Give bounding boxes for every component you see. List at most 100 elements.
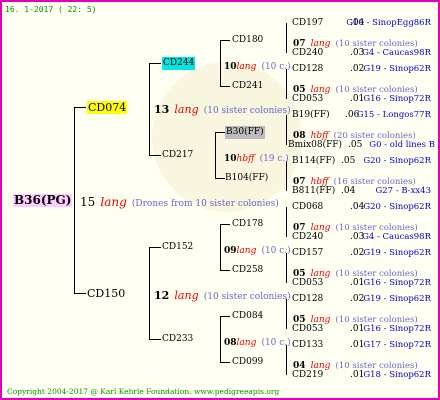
cd152-gen-num: 09 xyxy=(224,246,237,256)
cd217-generation: 10hbff (19 c.) xyxy=(224,149,289,166)
sire-connector xyxy=(149,63,150,155)
cd233-connector xyxy=(220,316,221,362)
leaf-id[interactable]: CD128 xyxy=(292,63,323,76)
root-gen-word: lang xyxy=(100,195,127,209)
leaf-ref: G20 - Sinop62R xyxy=(363,156,431,166)
cd084-id[interactable]: CD084 xyxy=(232,310,263,323)
b104-branch xyxy=(215,178,225,179)
cd217-gen-word: hbff xyxy=(236,154,255,164)
cd178-id[interactable]: CD178 xyxy=(232,218,263,231)
leaf-id[interactable]: CD240 xyxy=(292,47,323,60)
cd244-branch xyxy=(149,63,161,64)
cd244-generation: 10lang (10 c.) xyxy=(224,57,291,74)
cd152-id[interactable]: CD152 xyxy=(162,241,193,254)
sire-generation: 13 lang (10 sister colonies) xyxy=(154,101,291,118)
leaf-id[interactable]: B114(FF) xyxy=(292,155,335,168)
cd217-gen-note: (19 c.) xyxy=(259,154,289,164)
leaf-ref: G10 - SinopEgg86R xyxy=(346,18,431,28)
cd099-id[interactable]: CD099 xyxy=(232,356,263,369)
header-timestamp: 16. 1-2017 ( 22: 5) xyxy=(5,5,97,14)
cd233-generation: 08lang (10 c.) xyxy=(224,333,291,350)
root-connector xyxy=(74,107,75,293)
dam-generation: 12 lang (10 sister colonies) xyxy=(154,287,291,304)
cd084-branch xyxy=(220,316,230,317)
leaf-id[interactable]: CD133 xyxy=(292,339,323,352)
sire-gen-word: lang xyxy=(174,103,199,116)
leaf-ref: G19 - Sinop62R xyxy=(363,64,431,74)
leaf-score: .01 xyxy=(350,278,365,288)
leaf-id[interactable]: Bmix08(FF) xyxy=(288,139,342,152)
leaf-ref: G17 - Sinop72R xyxy=(363,340,431,350)
leaf-ref: G19 - Sinop62R xyxy=(363,294,431,304)
root-gen-note: (Drones from 10 sister colonies) xyxy=(131,199,279,209)
cd152-generation: 09lang (10 c.) xyxy=(224,241,291,258)
leaf-score: .01 xyxy=(350,324,365,334)
leaf-id[interactable]: CD157 xyxy=(292,247,323,260)
root-queen-id[interactable]: B36(PG) xyxy=(13,194,73,207)
leaf-score: .04 xyxy=(350,202,365,212)
dam-branch xyxy=(74,293,86,294)
cd233-branch xyxy=(149,339,161,340)
leaf-score: .04 xyxy=(341,186,356,196)
leaf-ref: G27 - B-xx43 xyxy=(375,186,431,196)
leaf-score: .01 xyxy=(350,94,365,104)
leaf-score: .01 xyxy=(350,340,365,350)
cd241-id[interactable]: CD241 xyxy=(232,80,263,93)
leaf-ref: G16 - Sinop72R xyxy=(363,94,431,104)
leaf-id[interactable]: CD219 xyxy=(292,369,323,382)
dam-gen-note: (10 sister colonies) xyxy=(203,292,291,302)
b30-id[interactable]: B30(FF) xyxy=(225,126,265,139)
cd244-gen-word: lang xyxy=(236,62,257,72)
cd152-branch xyxy=(149,247,161,248)
leaf-ref: G4 - Caucas98R xyxy=(362,48,431,58)
root-generation: 15 lang (Drones from 10 sister colonies) xyxy=(80,194,279,211)
cd178-branch xyxy=(220,224,230,225)
cd099-branch xyxy=(220,362,230,363)
leaf-id[interactable]: CD053 xyxy=(292,323,323,336)
cd180-leaf-connector xyxy=(286,23,287,53)
cd244-id[interactable]: CD244 xyxy=(162,57,196,70)
sire-gen-note: (10 sister colonies) xyxy=(203,106,291,116)
cd233-gen-num: 08 xyxy=(224,338,237,348)
cd217-branch xyxy=(149,155,161,156)
leaf-score: .01 xyxy=(350,370,365,380)
leaf-ref: G16 - Sinop72R xyxy=(363,324,431,334)
dam-gen-num: 12 xyxy=(154,289,170,302)
cd180-id[interactable]: CD180 xyxy=(232,34,263,47)
leaf-id[interactable]: B19(FF) xyxy=(292,109,330,122)
leaf-score: .05 xyxy=(348,140,363,150)
cd233-id[interactable]: CD233 xyxy=(162,333,193,346)
leaf-id[interactable]: CD053 xyxy=(292,277,323,290)
cd244-gen-note: (10 c.) xyxy=(261,62,291,72)
leaf-id[interactable]: B811(FF) xyxy=(292,185,335,198)
b104-id[interactable]: B104(FF) xyxy=(225,172,268,185)
cd217-gen-num: 10 xyxy=(224,154,237,164)
leaf-score: .05 xyxy=(341,156,356,166)
cd217-id[interactable]: CD217 xyxy=(162,149,193,162)
leaf-id[interactable]: CD197 xyxy=(292,17,323,30)
sire-id[interactable]: CD074 xyxy=(87,101,128,114)
leaf-score: .02 xyxy=(350,294,365,304)
leaf-ref: G18 - Sinop62R xyxy=(363,370,431,380)
dam-id[interactable]: CD150 xyxy=(87,287,125,300)
leaf-ref: G4 - Caucas98R xyxy=(362,232,431,242)
cd178-leaf-connector xyxy=(286,207,287,237)
leaf-id[interactable]: CD053 xyxy=(292,93,323,106)
cd258-branch xyxy=(220,270,230,271)
cd180-branch xyxy=(220,40,230,41)
leaf-id[interactable]: CD240 xyxy=(292,231,323,244)
cd152-gen-word: lang xyxy=(236,246,257,256)
cd244-gen-num: 10 xyxy=(224,62,237,72)
cd258-id[interactable]: CD258 xyxy=(232,264,263,277)
leaf-id[interactable]: CD128 xyxy=(292,293,323,306)
cd233-gen-word: lang xyxy=(236,338,257,348)
cd241-branch xyxy=(220,86,230,87)
cd233-gen-note: (10 c.) xyxy=(261,338,291,348)
root-gen-num: 15 xyxy=(80,195,96,209)
dam-gen-word: lang xyxy=(174,289,199,302)
sire-gen-num: 13 xyxy=(154,103,170,116)
b30-leaf-connector xyxy=(286,115,287,145)
cd217-connector xyxy=(215,132,216,178)
leaf-ref: G15 - Longos77R xyxy=(356,110,431,120)
leaf-id[interactable]: CD068 xyxy=(292,201,323,214)
